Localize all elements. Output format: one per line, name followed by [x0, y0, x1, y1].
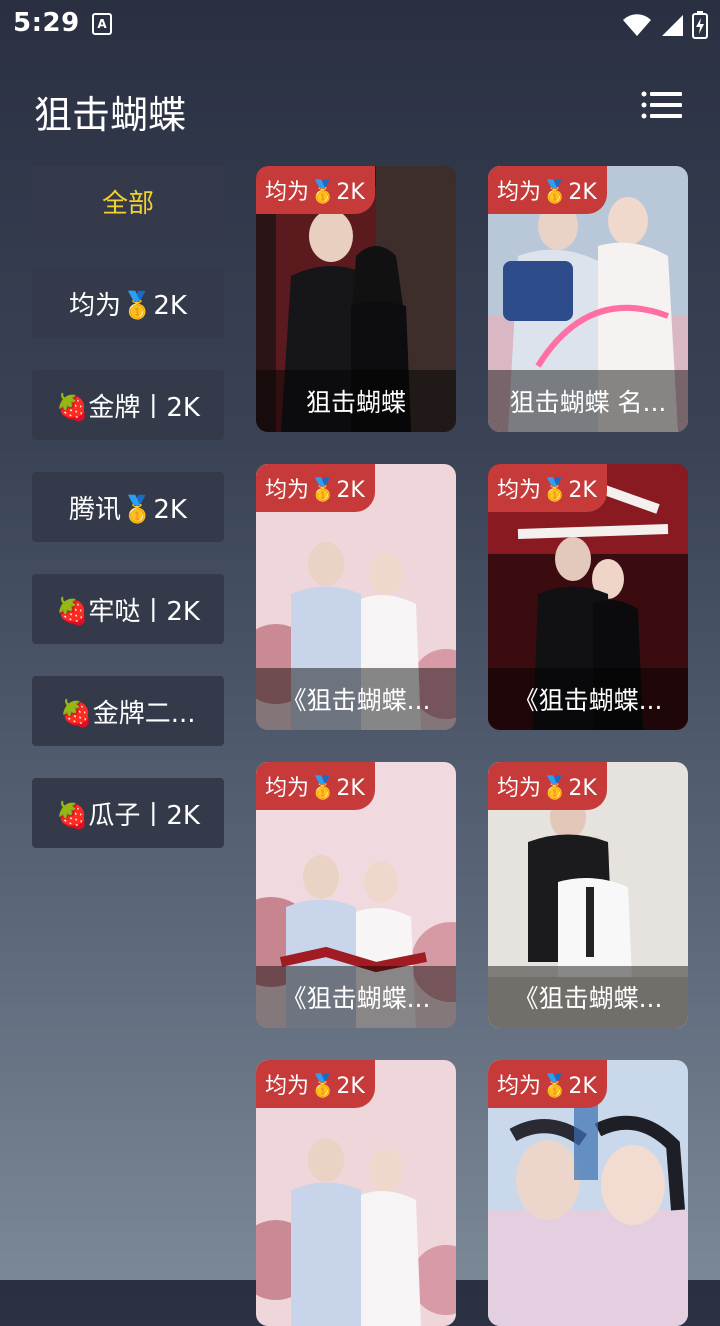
wifi-icon	[623, 14, 651, 37]
result-card[interactable]: 均为🥇2K 狙击蝴蝶 名...	[488, 166, 688, 432]
menu-button[interactable]	[640, 90, 688, 126]
card-title: 狙击蝴蝶 名...	[488, 370, 688, 432]
result-card[interactable]: 均为🥇2K	[256, 1060, 456, 1326]
card-title: 《狙击蝴蝶...	[488, 668, 688, 730]
sidebar-item-source[interactable]: 🍓金牌二...	[32, 676, 224, 746]
sidebar-item-source[interactable]: 腾讯🥇2K	[32, 472, 224, 542]
quality-badge: 均为🥇2K	[256, 166, 375, 214]
result-card[interactable]: 均为🥇2K 《狙击蝴蝶...	[256, 464, 456, 730]
list-menu-icon	[641, 91, 682, 119]
page-title: 狙击蝴蝶	[34, 93, 187, 137]
quality-badge: 均为🥇2K	[256, 1060, 375, 1108]
quality-badge: 均为🥇2K	[488, 1060, 607, 1108]
quality-badge: 均为🥇2K	[256, 762, 375, 810]
quality-badge: 均为🥇2K	[256, 464, 375, 512]
notification-icon: A	[92, 13, 112, 35]
result-card[interactable]: 均为🥇2K 《狙击蝴蝶...	[488, 464, 688, 730]
sidebar-item-source[interactable]: 🍓瓜子丨2K	[32, 778, 224, 848]
cell-signal-icon	[662, 15, 683, 36]
result-card[interactable]: 均为🥇2K 《狙击蝴蝶...	[256, 762, 456, 1028]
battery-icon	[692, 11, 708, 39]
sidebar-item-source[interactable]: 均为🥇2K	[32, 268, 224, 338]
result-card[interactable]: 均为🥇2K 狙击蝴蝶	[256, 166, 456, 432]
status-bar: 5:29 A	[0, 0, 720, 50]
card-title: 《狙击蝴蝶...	[488, 966, 688, 1028]
card-title: 狙击蝴蝶	[256, 370, 456, 432]
status-time: 5:29	[13, 8, 80, 38]
card-title: 《狙击蝴蝶...	[256, 668, 456, 730]
quality-badge: 均为🥇2K	[488, 762, 607, 810]
result-card[interactable]: 均为🥇2K	[488, 1060, 688, 1326]
quality-badge: 均为🥇2K	[488, 166, 607, 214]
card-title: 《狙击蝴蝶...	[256, 966, 456, 1028]
sidebar-item-all[interactable]: 全部	[32, 166, 224, 236]
quality-badge: 均为🥇2K	[488, 464, 607, 512]
result-card[interactable]: 均为🥇2K 《狙击蝴蝶...	[488, 762, 688, 1028]
source-sidebar: 全部 均为🥇2K 🍓金牌丨2K 腾讯🥇2K 🍓牢哒丨2K 🍓金牌二... 🍓瓜子…	[32, 166, 224, 880]
sidebar-item-source[interactable]: 🍓牢哒丨2K	[32, 574, 224, 644]
system-icons	[622, 10, 708, 40]
sidebar-item-source[interactable]: 🍓金牌丨2K	[32, 370, 224, 440]
